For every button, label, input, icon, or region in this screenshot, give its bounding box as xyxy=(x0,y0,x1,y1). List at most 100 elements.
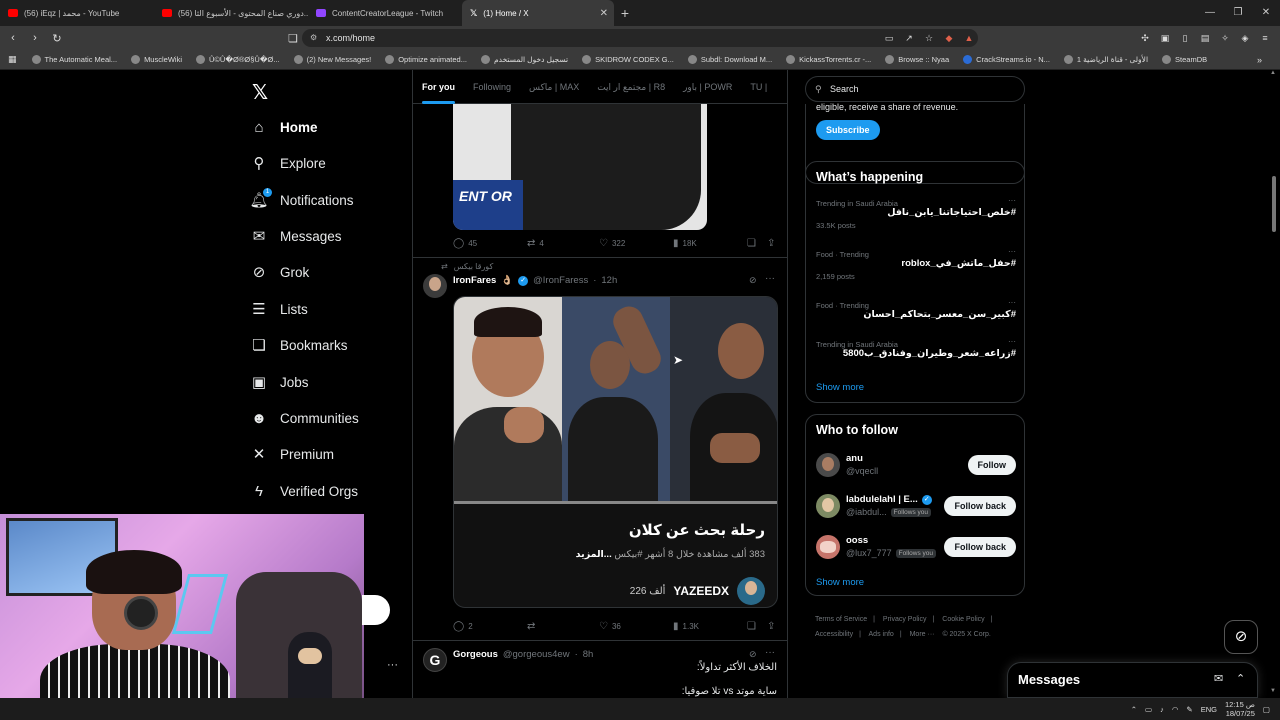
footer-privacy[interactable]: Privacy Policy xyxy=(883,616,927,623)
author-handle[interactable]: @gorgeous4ew xyxy=(503,649,570,660)
trend-more-icon[interactable]: ··· xyxy=(1008,337,1016,346)
trend-item[interactable]: Food · Trending #حفل_ماتش_في_roblox 2,15… xyxy=(816,247,1016,290)
avatar[interactable]: G xyxy=(423,648,447,672)
new-message-icon[interactable]: ✉ xyxy=(1214,672,1223,685)
close-tab-icon[interactable]: ✕ xyxy=(600,8,608,19)
share-icon[interactable]: ↗ xyxy=(902,33,916,44)
post-time[interactable]: 8h xyxy=(583,649,594,660)
more-options-icon[interactable]: ··· xyxy=(765,273,775,284)
tray-overflow-icon[interactable]: ⌃ xyxy=(1131,705,1137,714)
trend-item[interactable]: Trending in Saudi Arabia #خلص_احتياجاتنا… xyxy=(816,196,1016,239)
search-input[interactable]: ⚲ Search xyxy=(805,76,1025,102)
views-button[interactable]: ▮ 1.3K xyxy=(673,621,699,632)
grok-explain-icon[interactable]: ⊘ xyxy=(749,649,757,660)
nav-explore[interactable]: ⚲ Explore xyxy=(250,154,326,172)
author-handle[interactable]: @IronFaress xyxy=(533,275,588,286)
tab-for-you[interactable]: For you xyxy=(413,70,464,104)
follow-suggestion[interactable]: ooss @lux7_777 Follows you Follow back xyxy=(816,533,1016,563)
bookmark-item[interactable]: Subdl: Download M... xyxy=(681,55,779,64)
views-button[interactable]: ▮ 18K xyxy=(673,238,697,249)
bookmark-item[interactable]: (2) New Messages! xyxy=(287,55,379,64)
bookmark-star-icon[interactable]: ❏ xyxy=(284,32,302,45)
nav-grok[interactable]: ⊘ Grok xyxy=(250,263,310,281)
nav-premium[interactable]: ✕ Premium xyxy=(250,445,334,463)
bookmark-item[interactable]: Û©Û�Ø®Ø§Û�Ø... xyxy=(189,55,287,64)
tab-following[interactable]: Following xyxy=(464,70,520,104)
tab-r8[interactable]: مجتمع ار ايت | R8 xyxy=(588,70,674,104)
language-indicator[interactable]: ENG xyxy=(1201,705,1217,714)
video-channel[interactable]: 226 ألف YAZEEDX xyxy=(630,577,765,605)
show-more-link[interactable]: Show more xyxy=(816,382,864,393)
bookmark-item[interactable]: CrackStreams.io - N... xyxy=(956,55,1057,64)
trend-item[interactable]: Trending in Saudi Arabia #زراعه_شعر_وطير… xyxy=(816,337,1016,370)
repost-button[interactable]: ⇄ 4 xyxy=(527,238,544,249)
nav-messages[interactable]: ✉ Messages xyxy=(250,227,342,245)
x-logo-icon[interactable]: 𝕏 xyxy=(252,80,268,105)
show-more-link[interactable]: Show more xyxy=(816,577,864,588)
nav-communities[interactable]: ☻ Communities xyxy=(250,409,359,427)
bookmark-item[interactable]: The Automatic Meal... xyxy=(25,55,125,64)
video-more-link[interactable]: ...المزيد xyxy=(576,549,612,560)
clock[interactable]: 12:15 ص 18/07/25 xyxy=(1225,700,1255,718)
messages-drawer[interactable]: Messages ✉ ⌃ xyxy=(1007,662,1258,698)
browser-tab-youtube-2[interactable]: (56) دوري صناع المحتوى - الأسبوع الثا... xyxy=(154,0,308,26)
footer-terms[interactable]: Terms of Service xyxy=(815,616,867,623)
nav-bookmarks[interactable]: ❏ Bookmarks xyxy=(250,336,347,354)
maximize-icon[interactable]: ❐ xyxy=(1224,0,1252,26)
apps-grid-icon[interactable]: ▦ xyxy=(8,54,17,65)
grok-floating-button[interactable]: ⊘ xyxy=(1224,620,1258,654)
site-info-icon[interactable]: ⚙ xyxy=(310,29,317,47)
nav-jobs[interactable]: ▣ Jobs xyxy=(250,373,309,391)
tab-powr[interactable]: باور | POWR xyxy=(674,70,741,104)
nav-verified-orgs[interactable]: ϟ Verified Orgs xyxy=(250,482,358,500)
extension-red-icon[interactable]: ▲ xyxy=(962,33,976,43)
bookmarks-overflow-icon[interactable]: » xyxy=(1257,55,1262,65)
screenshot-icon[interactable]: ▣ xyxy=(1158,33,1172,44)
scrollbar-thumb[interactable] xyxy=(1272,176,1276,232)
sidebar-icon[interactable]: ▯ xyxy=(1178,33,1192,44)
minimize-icon[interactable]: — xyxy=(1196,0,1224,26)
post-button-partial[interactable] xyxy=(362,595,390,625)
reload-icon[interactable]: ↻ xyxy=(48,32,66,45)
nav-lists[interactable]: ☰ Lists xyxy=(250,300,308,318)
tab-tu[interactable]: TU | xyxy=(741,70,776,104)
post-time[interactable]: 12h xyxy=(601,275,617,286)
bookmark-item[interactable]: SKIDROW CODEX G... xyxy=(575,55,681,64)
nav-home[interactable]: ⌂ Home xyxy=(250,118,317,136)
video-thumbnail[interactable] xyxy=(454,297,777,503)
star-icon[interactable]: ☆ xyxy=(922,33,936,44)
follow-back-button[interactable]: Follow back xyxy=(944,496,1016,516)
reply-button[interactable]: ◯ 2 xyxy=(453,621,473,632)
trend-item[interactable]: Food · Trending #كبير_سن_معسر_بتحاكم_احس… xyxy=(816,298,1016,331)
bookmark-item[interactable]: Browse :: Nyaa xyxy=(878,55,956,64)
repost-button[interactable]: ⇄ xyxy=(527,621,539,632)
footer-more[interactable]: More ··· xyxy=(910,631,935,638)
notification-center-icon[interactable]: ▢ xyxy=(1263,705,1270,714)
more-options-icon[interactable]: ··· xyxy=(765,647,775,658)
sparkle-icon[interactable]: ✧ xyxy=(1218,33,1232,44)
new-tab-button[interactable]: + xyxy=(614,5,636,21)
video-card[interactable]: رحلة بحث عن كلان 383 ألف مشاهدة خلال 8 أ… xyxy=(453,296,778,608)
volume-icon[interactable]: ♪ xyxy=(1160,705,1164,714)
follow-suggestion[interactable]: anu @vqecll Follow xyxy=(816,451,1016,481)
nav-notifications[interactable]: 🔔︎ 1 Notifications xyxy=(249,188,354,209)
wifi-icon[interactable]: ◠ xyxy=(1172,705,1179,714)
share-button[interactable]: ⇪ xyxy=(767,238,775,249)
scroll-down-icon[interactable]: ▼ xyxy=(1270,688,1276,694)
shield-icon[interactable]: ◈ xyxy=(1238,33,1252,44)
reposted-by[interactable]: كورقا بيكس xyxy=(454,262,494,271)
bookmark-item[interactable]: Optimize animated... xyxy=(378,55,474,64)
account-more-icon[interactable]: ··· xyxy=(387,659,398,671)
wallet-icon[interactable]: ▤ xyxy=(1198,33,1212,44)
author-name[interactable]: Gorgeous xyxy=(453,649,498,660)
like-button[interactable]: ♡ 36 xyxy=(599,621,621,632)
video-title[interactable]: رحلة بحث عن كلان xyxy=(629,521,765,539)
cast-icon[interactable]: ▭ xyxy=(882,33,896,44)
browser-tab-twitch[interactable]: ContentCreatorLeague - Twitch xyxy=(308,0,462,26)
grok-explain-icon[interactable]: ⊘ xyxy=(749,275,757,286)
network-icon[interactable]: ▭ xyxy=(1145,705,1152,714)
bookmark-item[interactable]: SteamDB xyxy=(1155,55,1214,64)
avatar[interactable] xyxy=(423,274,447,298)
forward-icon[interactable]: › xyxy=(26,32,44,44)
trend-more-icon[interactable]: ··· xyxy=(1008,247,1016,256)
